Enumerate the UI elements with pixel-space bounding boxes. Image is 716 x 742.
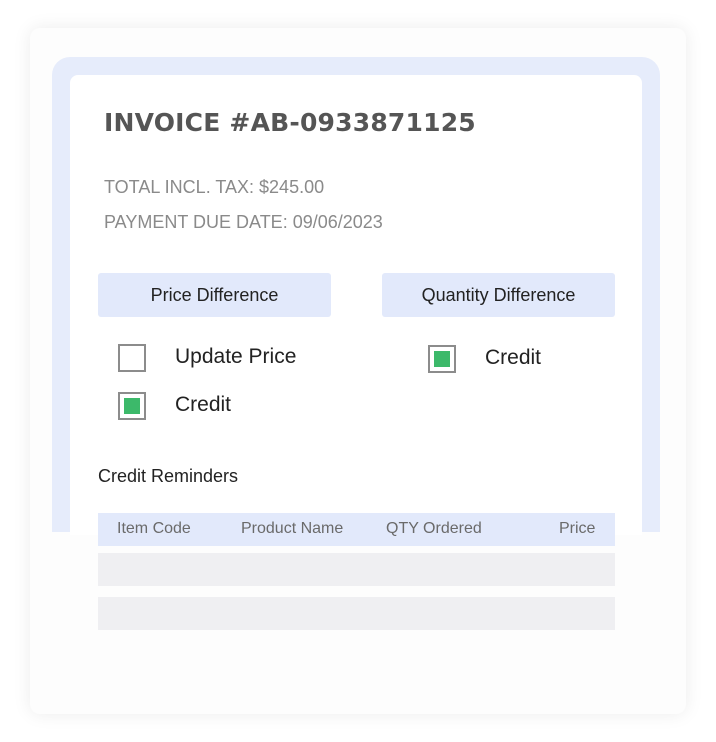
table-row[interactable] [98, 597, 615, 630]
price-difference-header: Price Difference [98, 273, 331, 317]
column-header-item-code[interactable]: Item Code [117, 520, 191, 538]
credit-reminders-title: Credit Reminders [98, 466, 239, 486]
price-credit-checkbox[interactable] [118, 392, 146, 420]
column-header-price[interactable]: Price [559, 520, 595, 538]
quantity-credit-label: Credit [485, 346, 542, 369]
column-header-qty-ordered[interactable]: QTY Ordered [386, 520, 482, 538]
table-row[interactable] [98, 553, 615, 586]
credit-reminders-table-header: Item Code Product Name QTY Ordered Price [98, 513, 615, 546]
update-price-checkbox[interactable] [118, 344, 146, 372]
payment-due-date: PAYMENT DUE DATE: 09/06/2023 [104, 212, 383, 232]
update-price-label: Update Price [175, 345, 297, 368]
total-incl-tax: TOTAL INCL. TAX: $245.00 [104, 177, 325, 197]
price-credit-label: Credit [175, 393, 232, 416]
column-header-product-name[interactable]: Product Name [241, 520, 343, 538]
quantity-credit-checkbox[interactable] [428, 345, 456, 373]
quantity-difference-header: Quantity Difference [382, 273, 615, 317]
invoice-title: INVOICE #AB-0933871125 [104, 108, 476, 137]
